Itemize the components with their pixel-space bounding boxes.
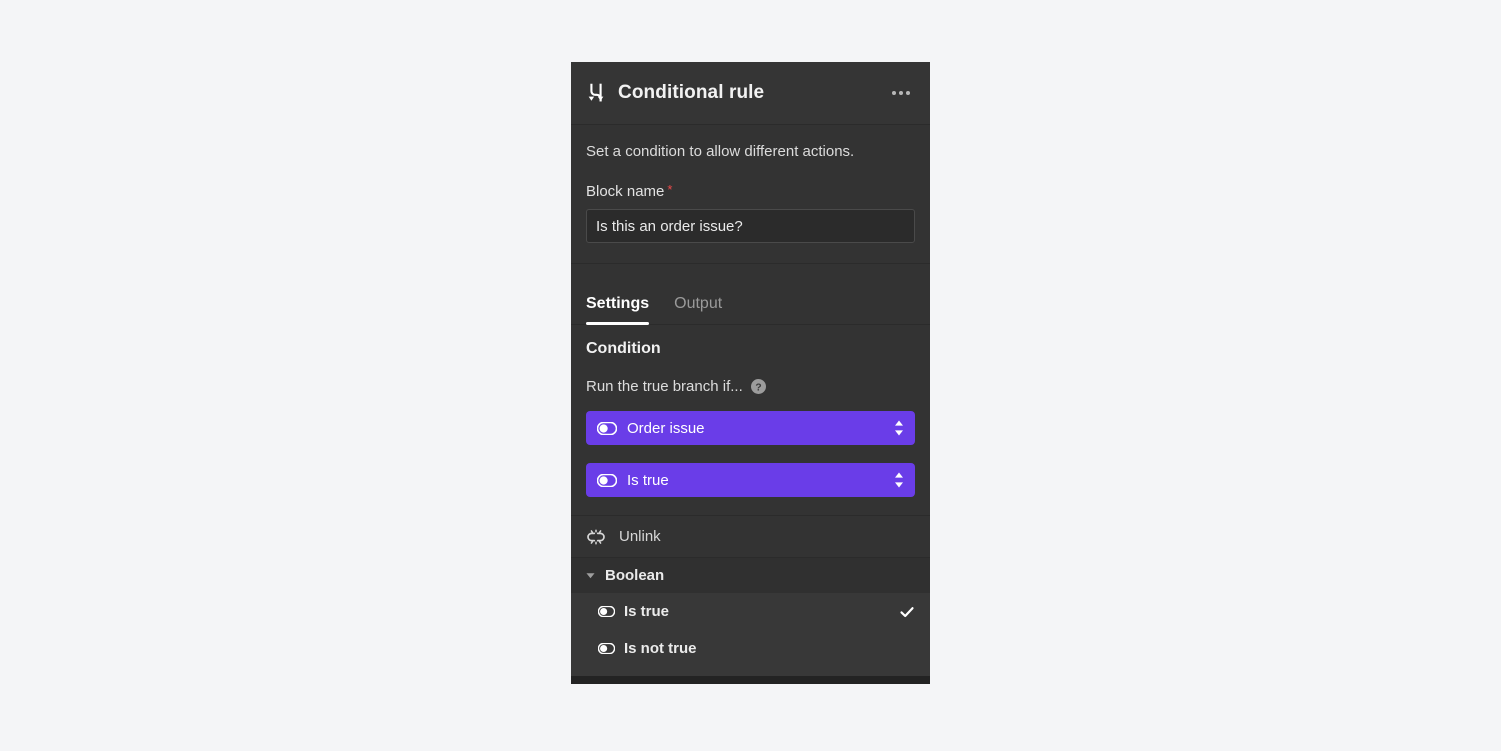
condition-section: Condition Run the true branch if... ? Or…: [571, 325, 930, 497]
block-name-label-text: Block name: [586, 183, 665, 200]
branch-split-icon: [588, 83, 604, 102]
required-asterisk: *: [667, 182, 673, 197]
broken-link-icon: [587, 528, 605, 545]
question-mark-circle-icon[interactable]: ?: [750, 379, 766, 394]
up-down-chevron-icon: [895, 472, 903, 488]
dropdown-option-label: Is true: [624, 603, 670, 620]
block-name-label: Block name *: [586, 182, 915, 200]
svg-text:?: ?: [755, 382, 761, 393]
panel-bottom-edge: [571, 676, 930, 684]
condition-operator-value: Is true: [627, 471, 669, 489]
dropdown-group-label: Boolean: [605, 567, 665, 584]
toggle-switch-icon: [597, 473, 617, 487]
condition-operator-select[interactable]: Is true: [586, 463, 915, 497]
condition-prompt: Run the true branch if...: [586, 378, 743, 395]
condition-variable-value: Order issue: [627, 419, 705, 437]
toggle-switch-icon: [598, 606, 615, 617]
condition-variable-select[interactable]: Order issue: [586, 411, 915, 445]
caret-down-icon: [586, 573, 595, 579]
toggle-switch-icon: [598, 643, 615, 654]
conditional-rule-panel: Conditional rule Set a condition to allo…: [571, 62, 930, 684]
kebab-dot: [906, 91, 910, 95]
dropdown-option-is-not-true[interactable]: Is not true: [571, 630, 930, 667]
tab-output[interactable]: Output: [674, 295, 722, 324]
kebab-dot: [899, 91, 903, 95]
block-name-input[interactable]: [586, 209, 915, 243]
page-title: Conditional rule: [618, 82, 765, 103]
dropdown-footer-spacer: [571, 667, 930, 676]
unlink-button[interactable]: Unlink: [571, 515, 930, 558]
dropdown-group-boolean[interactable]: Boolean: [571, 558, 930, 593]
check-icon: [900, 606, 914, 617]
tab-settings[interactable]: Settings: [586, 295, 650, 325]
dropdown-option-is-true[interactable]: Is true: [571, 593, 930, 630]
condition-prompt-row: Run the true branch if... ?: [586, 378, 915, 395]
panel-intro: Set a condition to allow different actio…: [571, 125, 930, 264]
kebab-dot: [892, 91, 896, 95]
kebab-menu-icon[interactable]: [888, 80, 914, 106]
panel-description: Set a condition to allow different actio…: [586, 143, 855, 160]
panel-tabs: Settings Output: [571, 264, 930, 325]
unlink-label: Unlink: [619, 528, 661, 545]
up-down-chevron-icon: [895, 420, 903, 436]
panel-header: Conditional rule: [571, 62, 930, 125]
dropdown-option-label: Is not true: [624, 640, 697, 657]
condition-section-title: Condition: [586, 340, 661, 357]
toggle-switch-icon: [597, 421, 617, 435]
